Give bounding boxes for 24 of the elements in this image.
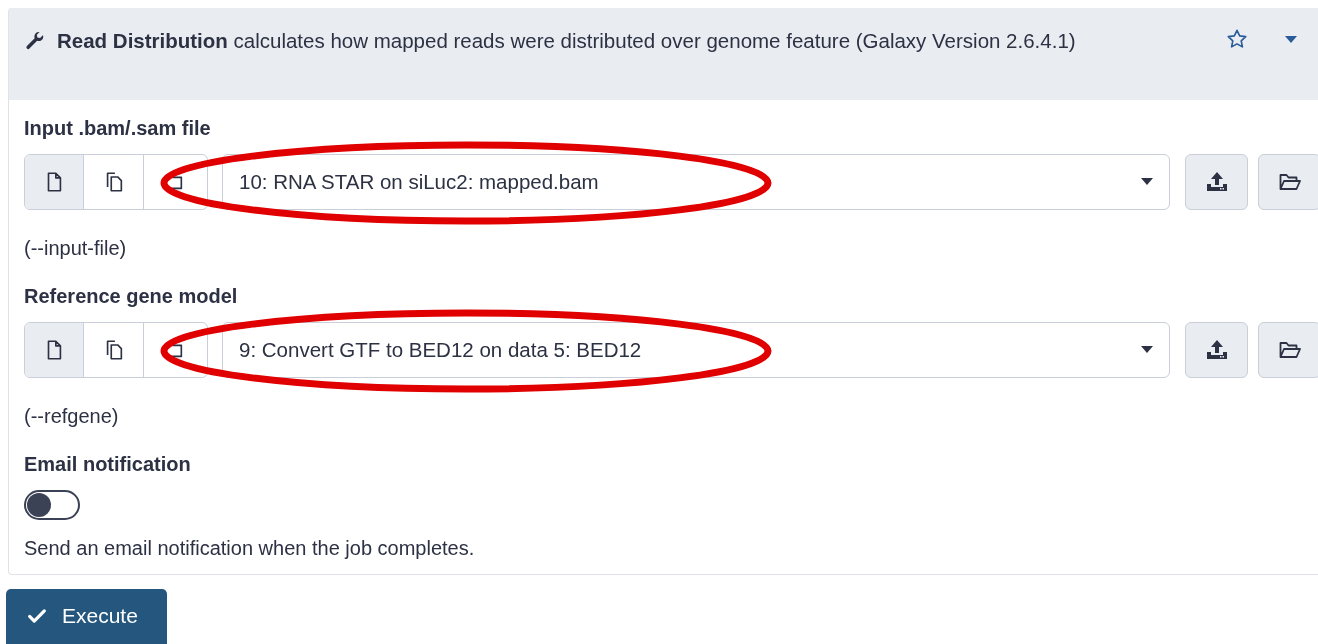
single-file-button[interactable] (25, 155, 83, 209)
upload-icon (1204, 338, 1229, 362)
star-icon[interactable] (1226, 28, 1248, 50)
execute-button[interactable]: Execute (6, 589, 167, 644)
field-label: Reference gene model (24, 284, 239, 309)
browse-button[interactable] (1258, 154, 1318, 210)
caret-icon (1141, 346, 1153, 354)
browse-button[interactable] (1258, 322, 1318, 378)
single-file-button[interactable] (25, 323, 83, 377)
field-label: Input .bam/.sam file (24, 116, 212, 141)
dataset-select[interactable]: 9: Convert GTF to BED12 on data 5: BED12 (222, 322, 1170, 378)
caret-icon[interactable] (1285, 36, 1297, 44)
toggle-switch[interactable] (24, 490, 80, 520)
help-text: (--refgene) (24, 404, 120, 429)
upload-button[interactable] (1185, 154, 1248, 210)
help-text: (--input-file) (24, 236, 128, 261)
dataset-select[interactable]: 10: RNA STAR on siLuc2: mapped.bam (222, 154, 1170, 210)
field-label: Email notification (24, 452, 192, 477)
caret-icon (1141, 178, 1153, 186)
upload-button[interactable] (1185, 322, 1248, 378)
wrench-icon (25, 31, 45, 51)
tool-title: Read Distribution calculates how mapped reads were distributed over genome feature (Galaxy Version 2.6.4.1) (57, 29, 1076, 52)
help-text: Send an email notification when the job completes. (24, 536, 476, 561)
upload-icon (1204, 170, 1229, 194)
